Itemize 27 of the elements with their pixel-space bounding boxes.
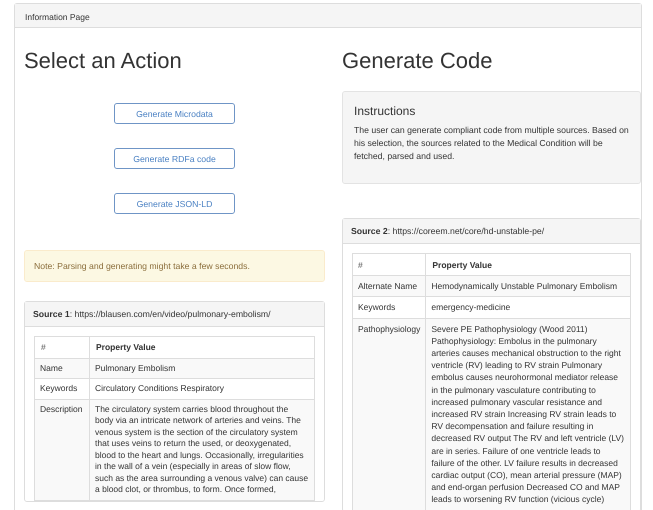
instructions-text: The user can generate compliant code from multiple sources. Based on his selection, the sources related to the Medical Condition will be fetched, parsed and used. bbox=[354, 124, 629, 163]
section-heading: Generate Code bbox=[342, 49, 494, 73]
table-cell: Pulmonary Embolism bbox=[90, 358, 314, 378]
source-title: Source 2: https://coreem.net/core/hd-unstable-pe/ bbox=[343, 219, 640, 244]
generate-button[interactable]: Generate RDFa code bbox=[114, 148, 235, 169]
table-cell: Keywords bbox=[34, 378, 90, 399]
table-cell: The circulatory system carries blood throughout the body via an intricate network of arteries and veins. The venous system is the section of the circulatory system that uses veins to return the used, or deoxygenated, blood to the heart and lungs. Occasionally, irregularities in the wall of a vein (especially in areas of slow flow, such as the area surrounding a venous valve) can cause a blood clot, or thrombus, to form. Once formed, bbox=[90, 399, 314, 500]
table-cell: Pathophysiology bbox=[352, 318, 426, 510]
table-cell: Keywords bbox=[352, 296, 426, 318]
table-cell: Name bbox=[34, 358, 90, 378]
column-header: Property Value bbox=[426, 254, 630, 276]
instructions-title: Instructions bbox=[354, 104, 416, 118]
section-heading: Select an Action bbox=[24, 49, 183, 73]
column-header: # bbox=[34, 336, 90, 358]
note-alert: Note: Parsing and generating might take a few seconds. bbox=[24, 250, 325, 282]
table-cell: Description bbox=[34, 399, 90, 500]
column-header: Property Value bbox=[90, 336, 314, 358]
panel-title: Information Page bbox=[15, 4, 641, 28]
source-title: Source 1: https://blausen.com/en/video/pulmonary-embolism/ bbox=[25, 302, 324, 327]
table-cell: emergency-medicine bbox=[426, 296, 630, 318]
table-cell: Severe PE Pathophysiology (Wood 2011) Pathophysiology: Embolus in the pulmonary arteries causes mechanical obstruction to the right ventricle (RV) leading to RV strain Pulmonary embolus causes neurohormonal mediator release in the pulmonary vasculature contributing to increased pulmonary vascular resistance and increased RV strain Increasing RV strain leads to RV decompensation and failure resulting in decreased RV output The RV and left ventricle (LV) are in series. Failure of one ventricle leads to failure of the other. LV failure results in decreased cardiac output (CO), mean arterial pressure (MAP) and end-organ perfusion Decreased CO and MAP leads to worsening RV function (vicious cycle) bbox=[426, 318, 630, 510]
table-cell: Alternate Name bbox=[352, 276, 426, 297]
table-cell: Circulatory Conditions Respiratory bbox=[90, 378, 314, 399]
generate-button[interactable]: Generate Microdata bbox=[114, 103, 235, 124]
generate-button[interactable]: Generate JSON-LD bbox=[114, 193, 235, 214]
table-cell: Hemodynamically Unstable Pulmonary Embolism bbox=[426, 276, 630, 297]
column-header: # bbox=[352, 254, 426, 276]
